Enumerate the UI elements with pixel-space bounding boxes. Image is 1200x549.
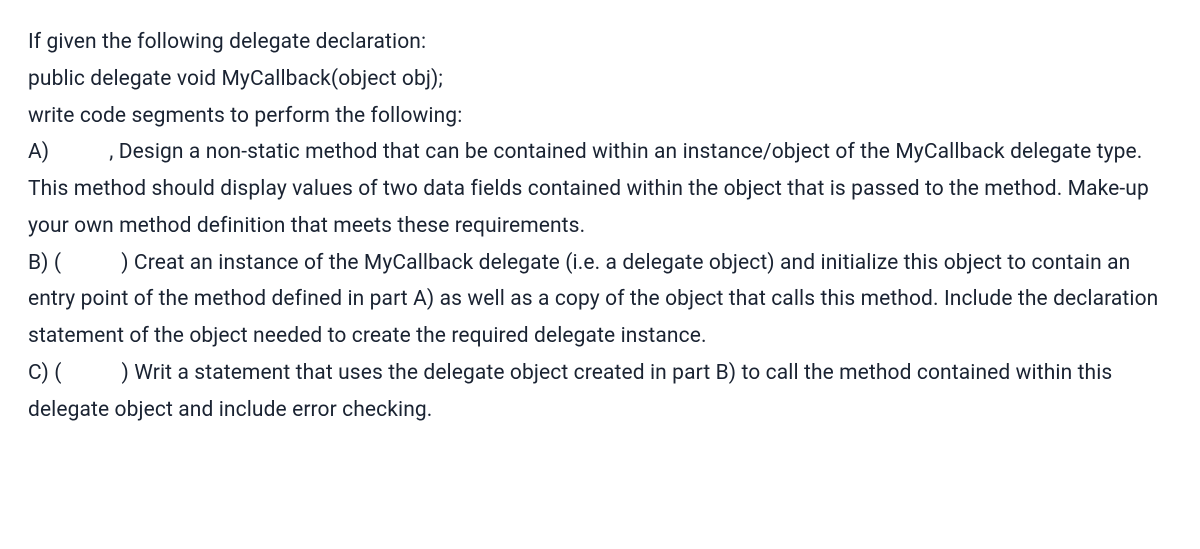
part-c: C) ( ) Writ a statement that uses the de… [28,355,1172,429]
part-b-label: B) ( [28,251,61,275]
part-a-text: , Design a non-static method that can be… [28,140,1149,238]
intro-line-1: If given the following delegate declarat… [28,24,1172,61]
intro-line-3: write code segments to perform the follo… [28,98,1172,135]
part-b-close: ) [121,251,128,275]
intro-line-2: public delegate void MyCallback(object o… [28,61,1172,98]
part-c-close: ) [122,361,129,385]
part-b-text: Creat an instance of the MyCallback dele… [28,251,1158,349]
part-a-label: A) [28,140,49,164]
part-a: A) , Design a non-static method that can… [28,134,1172,244]
part-c-label: C) ( [28,361,62,385]
part-c-text: Writ a statement that uses the delegate … [28,361,1112,422]
blank-space [61,245,121,282]
blank-space [62,355,122,392]
question-container: If given the following delegate declarat… [28,24,1172,428]
blank-space [49,134,109,171]
part-b: B) ( ) Creat an instance of the MyCallba… [28,245,1172,355]
